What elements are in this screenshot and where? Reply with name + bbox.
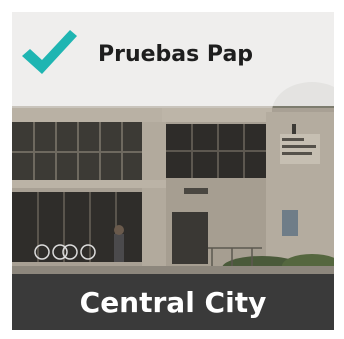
service-banner: Pruebas Pap [12,12,334,106]
location-card[interactable]: Pruebas Pap Central City [12,12,334,330]
checkmark-icon [20,26,78,78]
location-banner[interactable]: Central City [12,274,334,330]
service-title: Pruebas Pap [98,42,254,67]
location-name: Central City [79,286,267,319]
